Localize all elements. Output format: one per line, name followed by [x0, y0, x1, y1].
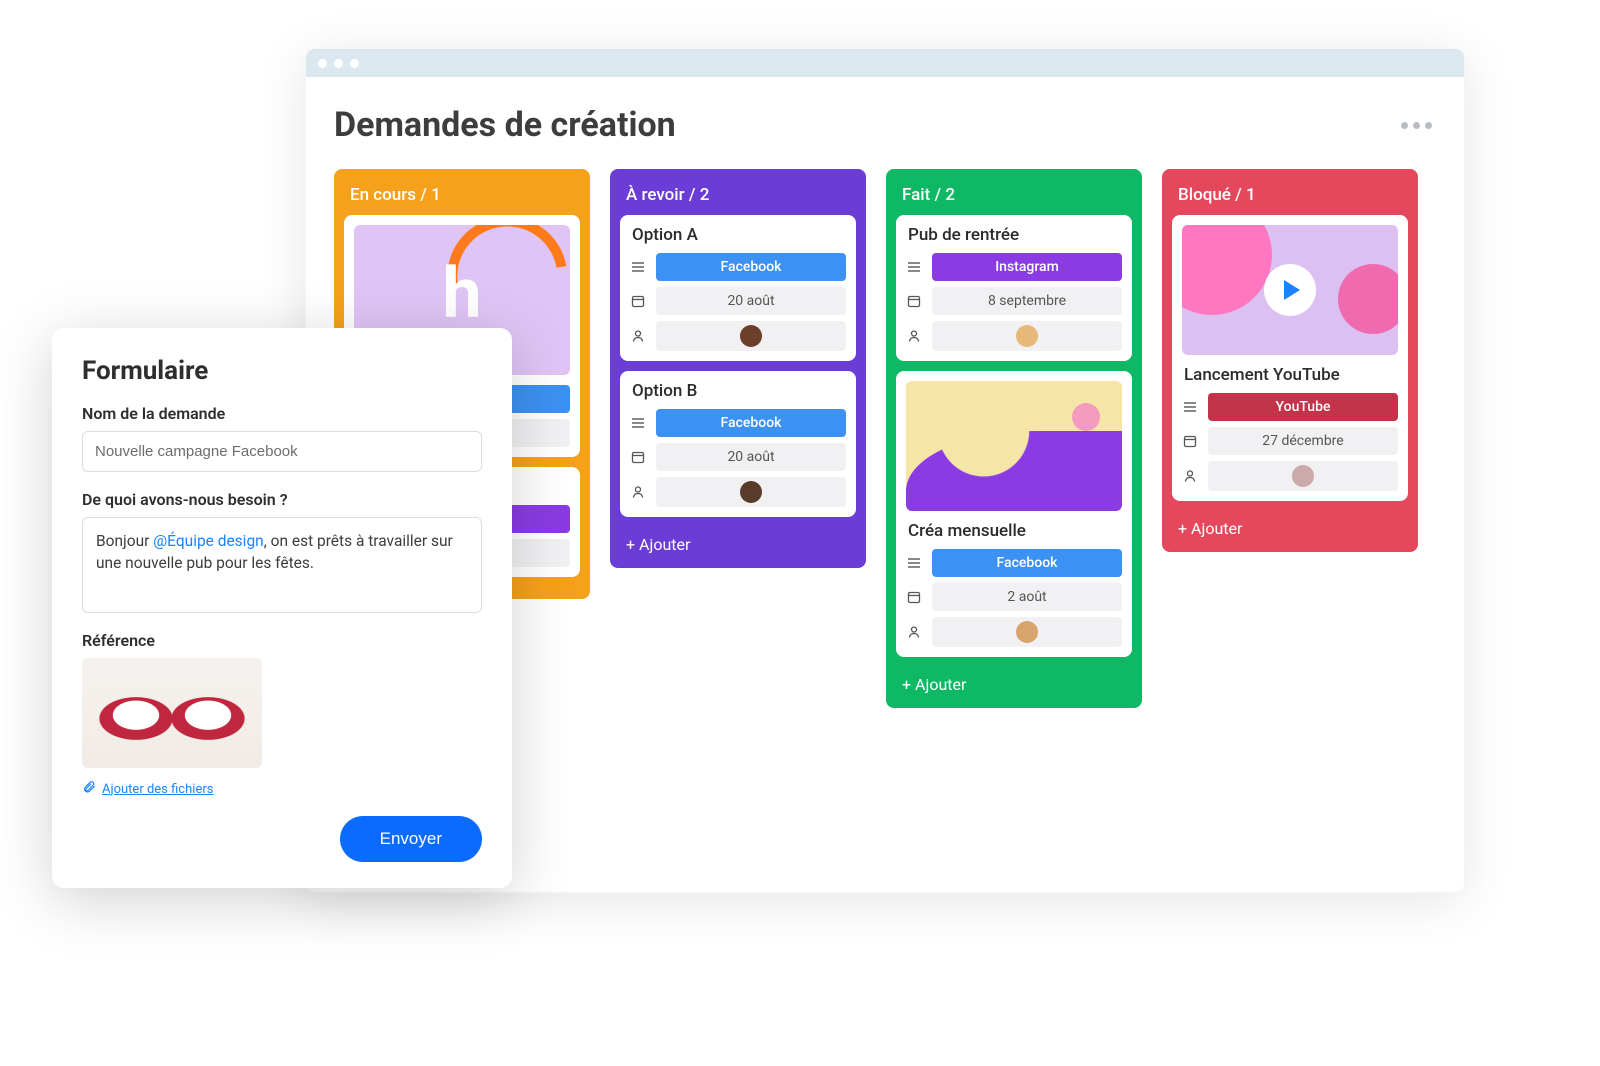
- kanban-card[interactable]: Option B Facebook 20 août: [620, 371, 856, 517]
- assignee-chip: [932, 321, 1122, 351]
- assignee-chip: [656, 477, 846, 507]
- avatar: [1016, 325, 1038, 347]
- add-card-button[interactable]: + Ajouter: [896, 667, 1132, 696]
- board-title: Demandes de création: [334, 105, 676, 145]
- kanban-card[interactable]: Lancement YouTube YouTube 27 décembre: [1172, 215, 1408, 501]
- request-form-panel: Formulaire Nom de la demande De quoi avo…: [52, 328, 512, 888]
- date-chip: 20 août: [656, 287, 846, 315]
- platform-chip: Instagram: [932, 253, 1122, 281]
- window-dot: [318, 59, 327, 68]
- avatar: [740, 325, 762, 347]
- assignee-chip: [1208, 461, 1398, 491]
- list-icon: [906, 555, 922, 571]
- platform-chip: Facebook: [656, 409, 846, 437]
- person-icon: [630, 484, 646, 500]
- card-thumbnail: [906, 381, 1122, 511]
- person-icon: [906, 624, 922, 640]
- date-chip: 20 août: [656, 443, 846, 471]
- attach-files-link[interactable]: Ajouter des fichiers: [102, 782, 213, 797]
- column-title: Bloqué / 1: [1172, 179, 1408, 215]
- date-chip: 8 septembre: [932, 287, 1122, 315]
- platform-chip: Facebook: [932, 549, 1122, 577]
- person-icon: [1182, 468, 1198, 484]
- column-title: Fait / 2: [896, 179, 1132, 215]
- calendar-icon: [630, 449, 646, 465]
- need-text: Bonjour: [96, 532, 153, 550]
- window-titlebar: [306, 49, 1464, 77]
- add-card-button[interactable]: + Ajouter: [1172, 511, 1408, 540]
- list-icon: [630, 415, 646, 431]
- date-chip: 2 août: [932, 583, 1122, 611]
- column-bloque: Bloqué / 1 Lancement YouTube YouTube 27 …: [1162, 169, 1418, 552]
- platform-chip: YouTube: [1208, 393, 1398, 421]
- list-icon: [906, 259, 922, 275]
- mention-chip[interactable]: @Équipe design: [153, 532, 263, 550]
- kanban-card[interactable]: Créa mensuelle Facebook 2 août: [896, 371, 1132, 657]
- card-title: Option A: [630, 225, 846, 245]
- calendar-icon: [906, 589, 922, 605]
- card-thumbnail: [1182, 225, 1398, 355]
- calendar-icon: [1182, 433, 1198, 449]
- window-dot: [350, 59, 359, 68]
- date-chip: 27 décembre: [1208, 427, 1398, 455]
- column-title: En cours / 1: [344, 179, 580, 215]
- avatar: [1016, 621, 1038, 643]
- platform-chip: Facebook: [656, 253, 846, 281]
- more-icon[interactable]: [1397, 118, 1436, 133]
- kanban-card[interactable]: Pub de rentrée Instagram 8 septembre: [896, 215, 1132, 361]
- calendar-icon: [630, 293, 646, 309]
- submit-button[interactable]: Envoyer: [340, 816, 482, 862]
- board-header: Demandes de création: [334, 105, 1436, 145]
- column-a-revoir: À revoir / 2 Option A Facebook 20 août: [610, 169, 866, 568]
- request-need-textarea[interactable]: Bonjour @Équipe design, on est prêts à t…: [82, 517, 482, 613]
- assignee-chip: [656, 321, 846, 351]
- field-label-name: Nom de la demande: [82, 404, 482, 423]
- add-card-button[interactable]: + Ajouter: [620, 527, 856, 556]
- request-name-input[interactable]: [82, 431, 482, 472]
- paperclip-icon: [82, 780, 96, 798]
- avatar: [740, 481, 762, 503]
- card-title: Option B: [630, 381, 846, 401]
- person-icon: [906, 328, 922, 344]
- reference-thumbnail[interactable]: [82, 658, 262, 768]
- assignee-chip: [932, 617, 1122, 647]
- form-heading: Formulaire: [82, 356, 482, 386]
- field-label-reference: Référence: [82, 631, 482, 650]
- field-label-need: De quoi avons-nous besoin ?: [82, 490, 482, 509]
- column-title: À revoir / 2: [620, 179, 856, 215]
- kanban-card[interactable]: Option A Facebook 20 août: [620, 215, 856, 361]
- column-fait: Fait / 2 Pub de rentrée Instagram 8 sept…: [886, 169, 1142, 708]
- calendar-icon: [906, 293, 922, 309]
- card-title: Créa mensuelle: [906, 521, 1122, 541]
- window-dot: [334, 59, 343, 68]
- list-icon: [630, 259, 646, 275]
- play-icon[interactable]: [1264, 264, 1316, 316]
- person-icon: [630, 328, 646, 344]
- avatar: [1292, 465, 1314, 487]
- list-icon: [1182, 399, 1198, 415]
- card-title: Lancement YouTube: [1182, 365, 1398, 385]
- card-title: Pub de rentrée: [906, 225, 1122, 245]
